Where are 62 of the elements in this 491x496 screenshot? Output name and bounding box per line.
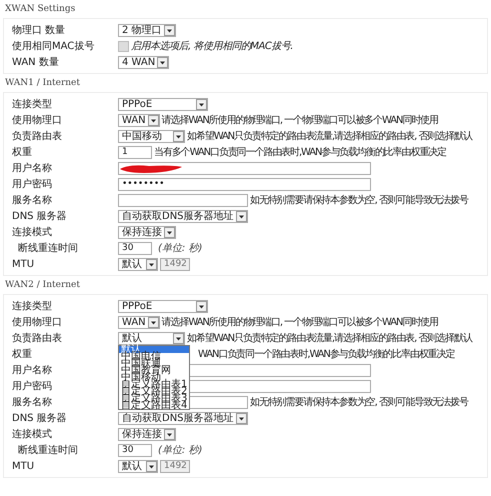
field-label: DNS 服务器 xyxy=(12,210,68,223)
dropdown[interactable]: WAN xyxy=(118,114,160,126)
dropdown-option[interactable]: 中国电信 xyxy=(119,352,190,360)
field-label: 使用相同MAC拔号 xyxy=(12,40,96,53)
hint-text: 如希望WAN只负责特定的路由表流量,请选择相应的路由表, 否则选择默认 xyxy=(187,130,472,143)
input-field[interactable]: 1 xyxy=(118,146,152,158)
field-label: 用户名称 xyxy=(12,364,53,377)
hint-text: 请选择WAN所使用的物理端口, 一个物理端口可以被多个WAN同时使用 xyxy=(162,316,438,329)
dropdown[interactable]: 4 WAN xyxy=(118,56,170,68)
field-label: 使用物理口 xyxy=(12,316,63,329)
field-label: WAN 数量 xyxy=(12,56,60,69)
field-label: 连接模式 xyxy=(12,428,53,441)
field-label: 负责路由表 xyxy=(12,130,63,143)
field-label: 服务名称 xyxy=(12,396,53,409)
input-field[interactable]: •••••••• xyxy=(118,178,371,190)
dropdown[interactable]: 默认 xyxy=(118,258,158,270)
hint-text: 当有多个WAN口负责同一个路由表时,WAN参与负载均衡的比率由权重决定 xyxy=(154,146,446,159)
input-field[interactable]: 30 xyxy=(118,242,152,254)
field-label: MTU xyxy=(12,460,36,472)
input-field[interactable]: 30 xyxy=(118,444,152,456)
hint-text: 如无特别需要请保持本参数为空, 否则可能导致无法拨号 xyxy=(250,194,468,207)
field-label: MTU xyxy=(12,258,36,270)
dropdown[interactable]: 默认 xyxy=(118,332,185,344)
dropdown[interactable]: 自动获取DNS服务器地址 xyxy=(118,210,248,222)
field-label: 权重 xyxy=(12,146,33,159)
field-label: 用户密码 xyxy=(12,380,53,393)
section-title: WAN1 / Internet xyxy=(4,77,80,90)
hint-text: 请选择WAN所使用的物理端口, 一个物理端口可以被多个WAN同时使用 xyxy=(162,114,438,127)
checkbox[interactable] xyxy=(118,40,129,52)
field-label: 断线重连时间 xyxy=(17,444,79,457)
field-label: 物理口 数量 xyxy=(12,24,66,37)
section-title: XWAN Settings xyxy=(4,3,76,16)
dropdown[interactable]: PPPoE xyxy=(118,98,208,110)
field-label: 连接模式 xyxy=(12,226,53,239)
field-label: 断线重连时间 xyxy=(17,242,79,255)
field-label: 使用物理口 xyxy=(12,114,63,127)
field-label: 用户密码 xyxy=(12,178,53,191)
field-label: 负责路由表 xyxy=(12,332,63,345)
input-field[interactable] xyxy=(118,194,248,206)
field-label: 权重 xyxy=(12,348,33,361)
dropdown-option[interactable]: 自定义路由表4 xyxy=(119,402,190,408)
dropdown[interactable]: WAN xyxy=(118,316,160,328)
dropdown[interactable]: 2 物理口 xyxy=(118,24,176,36)
field-label: 连接类型 xyxy=(12,300,53,313)
field-label: 用户名称 xyxy=(12,162,53,175)
input-field[interactable] xyxy=(118,162,371,174)
field-label: 连接类型 xyxy=(12,98,53,111)
dropdown[interactable]: 中国移动 xyxy=(118,130,185,142)
field-label: 服务名称 xyxy=(12,194,53,207)
unit-text: (单位: 秒) xyxy=(158,242,202,255)
dropdown[interactable]: 保持连接 xyxy=(118,428,176,440)
section-title: WAN2 / Internet xyxy=(4,279,80,292)
dropdown[interactable]: 自动获取DNS服务器地址 xyxy=(118,412,248,424)
dropdown[interactable]: 默认 xyxy=(118,460,158,472)
hint-text: WAN口负责同一个路由表时,WAN参与负载均衡的比率由权重决定 xyxy=(198,348,454,361)
hint-text: 如无特别需要请保持本参数为空, 否则可能导致无法拨号 xyxy=(250,396,468,409)
dropdown[interactable]: 保持连接 xyxy=(118,226,176,238)
field-label: DNS 服务器 xyxy=(12,412,68,425)
dropdown[interactable]: PPPoE xyxy=(118,300,208,312)
unit-text: (单位: 秒) xyxy=(158,444,202,457)
hint-text: 如希望WAN只负责特定的路由表流量,请选择相应的路由表, 否则选择默认 xyxy=(187,332,472,345)
option-note: 启用本选项后, 将使用相同的MAC拔号. xyxy=(131,40,293,53)
